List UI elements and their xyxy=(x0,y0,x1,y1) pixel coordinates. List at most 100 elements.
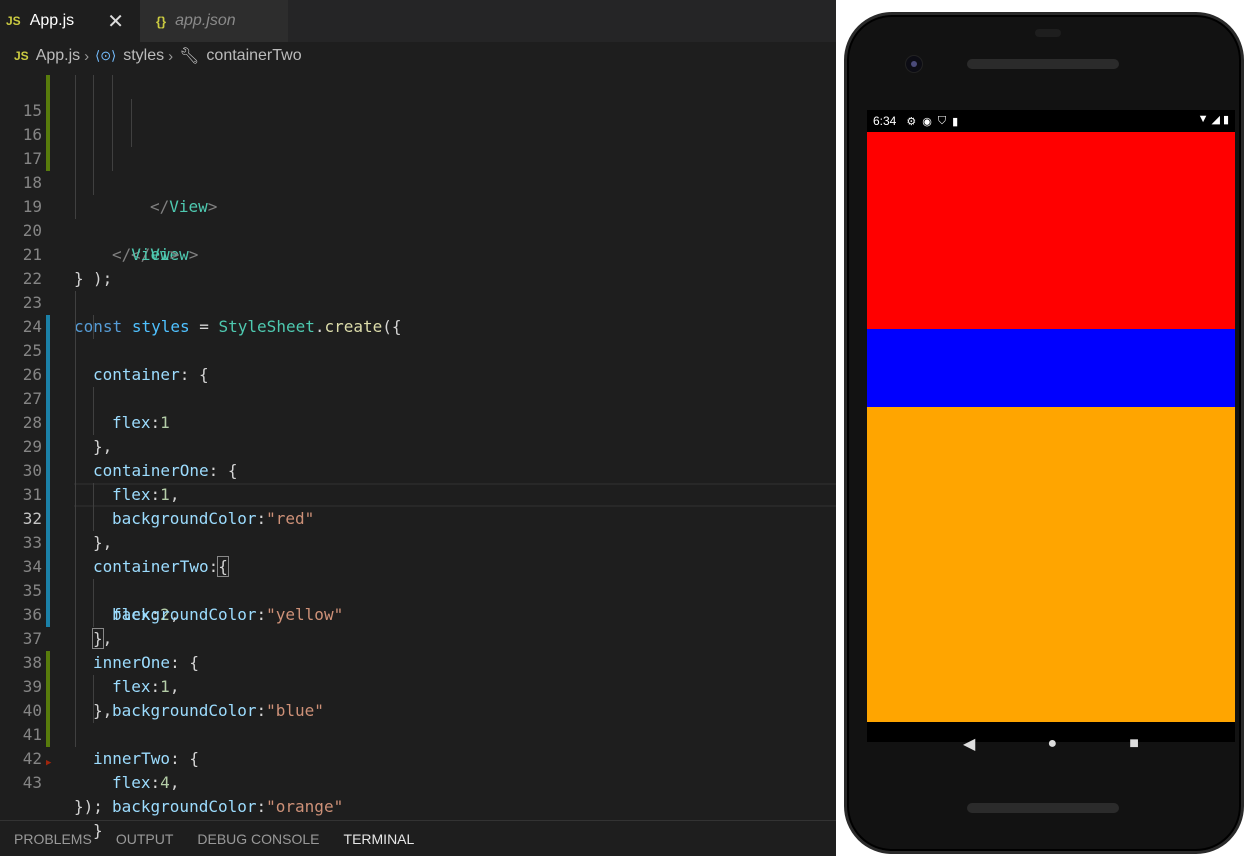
code-line[interactable]: 38 }, xyxy=(0,627,842,720)
code-line[interactable]: 34 }, xyxy=(0,531,842,649)
deleted-line-marker-icon[interactable]: ▶ xyxy=(46,758,51,768)
code-line-current[interactable]: 32 flex:2, xyxy=(0,483,842,624)
code-line[interactable]: 39 innerTwo: { xyxy=(0,651,842,768)
code-line[interactable]: 28 flex:1, xyxy=(0,387,842,504)
git-added-marker xyxy=(46,699,50,723)
object-icon: ⟨⊙⟩ xyxy=(95,48,117,63)
code-line[interactable]: 30 }, xyxy=(0,435,842,552)
code-text: }); xyxy=(74,797,103,816)
git-added-marker xyxy=(46,675,50,699)
code-line[interactable]: 31 containerTwo:{ xyxy=(0,459,842,577)
current-line-highlight xyxy=(74,483,842,507)
panel-tab-debug-console[interactable]: DEBUG CONSOLE xyxy=(197,831,319,847)
code-line[interactable]: 26 }, xyxy=(0,339,842,456)
recents-icon[interactable]: ■ xyxy=(1129,735,1139,753)
container-two xyxy=(867,328,1235,722)
signal-icon: ◢ xyxy=(1211,114,1220,126)
code-line[interactable]: 25 flex:1 xyxy=(0,315,842,432)
code-line[interactable]: 43 }); xyxy=(0,747,842,816)
code-line[interactable]: 17 xyxy=(0,123,842,168)
status-bar: 6:34 ⚙ ◉ ⛉ ▮ ▼ ◢ ▮ xyxy=(867,110,1235,132)
container-one xyxy=(867,132,1235,329)
git-modified-marker xyxy=(46,603,50,627)
chevron-right-icon: › xyxy=(84,47,90,65)
git-modified-marker xyxy=(46,363,50,387)
git-added-marker xyxy=(46,147,50,171)
code-line[interactable]: 37 backgroundColor:"blue" xyxy=(0,603,842,720)
speaker-grille-bottom xyxy=(967,803,1119,813)
back-icon[interactable]: ◀ xyxy=(963,734,975,754)
git-modified-marker xyxy=(46,579,50,603)
breadcrumb-property[interactable]: containerTwo xyxy=(206,47,301,65)
speaker-grille-top xyxy=(967,59,1119,69)
git-modified-marker xyxy=(46,459,50,483)
git-modified-marker xyxy=(46,531,50,555)
code-line[interactable]: 22 xyxy=(0,243,842,288)
emulator-area: 6:34 ⚙ ◉ ⛉ ▮ ▼ ◢ ▮ ◀ ● ■ xyxy=(836,0,1246,856)
code-line[interactable]: 18 </View> xyxy=(0,147,842,264)
code-line[interactable]: 40 flex:4, xyxy=(0,675,842,792)
code-line[interactable]: 41 backgroundColor:"orange" xyxy=(0,699,842,816)
app-container xyxy=(867,132,1235,722)
code-line[interactable]: 27 containerOne: { xyxy=(0,363,842,480)
breadcrumb-file[interactable]: App.js xyxy=(36,47,80,65)
tab-label: App.js xyxy=(29,12,75,29)
phone-screen[interactable]: 6:34 ⚙ ◉ ⛉ ▮ ▼ ◢ ▮ ◀ ● ■ xyxy=(867,110,1235,753)
panel-tab-output[interactable]: OUTPUT xyxy=(116,831,174,847)
git-added-marker xyxy=(46,123,50,147)
code-text: backgroundColor:"orange" xyxy=(112,797,344,816)
code-text: flex:4, xyxy=(112,773,180,792)
shield-icon: ⛉ xyxy=(937,114,947,127)
gear-icon: ⚙ xyxy=(906,115,917,128)
tab-app-json[interactable]: {} app.json xyxy=(140,0,288,42)
inner-one xyxy=(867,328,1235,408)
code-line[interactable]: 33 backgroundColor:"yellow" xyxy=(0,507,842,624)
panel-tab-problems[interactable]: PROBLEMS xyxy=(14,831,92,847)
code-line[interactable]: 20 ); xyxy=(0,195,842,288)
wifi-icon: ▼ xyxy=(1197,113,1209,125)
inner-two xyxy=(867,407,1235,722)
git-modified-marker xyxy=(46,435,50,459)
close-icon[interactable]: ✕ xyxy=(107,9,124,34)
earpiece xyxy=(1035,29,1061,37)
code-line[interactable]: 24 container: { xyxy=(0,291,842,384)
sd-card-icon: ▮ xyxy=(952,115,959,128)
js-file-icon: JS xyxy=(6,14,21,28)
code-editor[interactable]: 15 16 </View> 17 18 </View> 19 </View> 2… xyxy=(0,70,842,840)
code-line[interactable]: 36 flex:1, xyxy=(0,579,842,696)
git-modified-marker xyxy=(46,411,50,435)
code-line[interactable]: 15 xyxy=(0,75,842,120)
panel-tab-terminal[interactable]: TERMINAL xyxy=(344,831,415,847)
code-line[interactable]: 16 </View> xyxy=(0,99,842,216)
status-time: 6:34 xyxy=(873,114,897,128)
app-icon: ◉ xyxy=(922,115,932,128)
git-modified-marker xyxy=(46,315,50,339)
breadcrumb-symbol[interactable]: styles xyxy=(123,47,164,65)
js-file-icon: JS xyxy=(14,49,29,63)
code-line[interactable]: 23 const styles = StyleSheet.create({ xyxy=(0,267,842,336)
git-modified-marker xyxy=(46,483,50,507)
code-line[interactable]: 19 </View> xyxy=(0,171,842,264)
home-icon[interactable]: ● xyxy=(1047,735,1057,753)
chevron-right-icon: › xyxy=(168,47,174,65)
code-line[interactable]: 35 innerOne: { xyxy=(0,555,842,672)
tab-label: app.json xyxy=(175,12,236,29)
git-added-marker xyxy=(46,75,50,99)
wrench-icon: 🔧︎ xyxy=(179,48,200,65)
breadcrumb: JS App.js › ⟨⊙⟩ styles › 🔧︎ containerTwo xyxy=(0,42,860,70)
panel-tab-bar: PROBLEMS OUTPUT DEBUG CONSOLE TERMINAL xyxy=(0,820,842,856)
git-added-marker xyxy=(46,651,50,675)
camera-icon xyxy=(905,55,923,73)
git-modified-marker xyxy=(46,339,50,363)
json-file-icon: {} xyxy=(156,13,167,29)
line-number: 43 xyxy=(22,773,42,792)
code-line[interactable]: 29 backgroundColor:"red" xyxy=(0,411,842,528)
code-line[interactable]: 42 } xyxy=(0,723,842,840)
tab-app-js[interactable]: JS App.js ✕ xyxy=(0,0,140,42)
code-line[interactable]: 21 } xyxy=(0,219,842,288)
phone-frame: 6:34 ⚙ ◉ ⛉ ▮ ▼ ◢ ▮ ◀ ● ■ xyxy=(844,12,1244,854)
git-modified-marker xyxy=(46,387,50,411)
git-added-marker xyxy=(46,99,50,123)
git-added-marker xyxy=(46,723,50,747)
git-modified-marker xyxy=(46,507,50,531)
